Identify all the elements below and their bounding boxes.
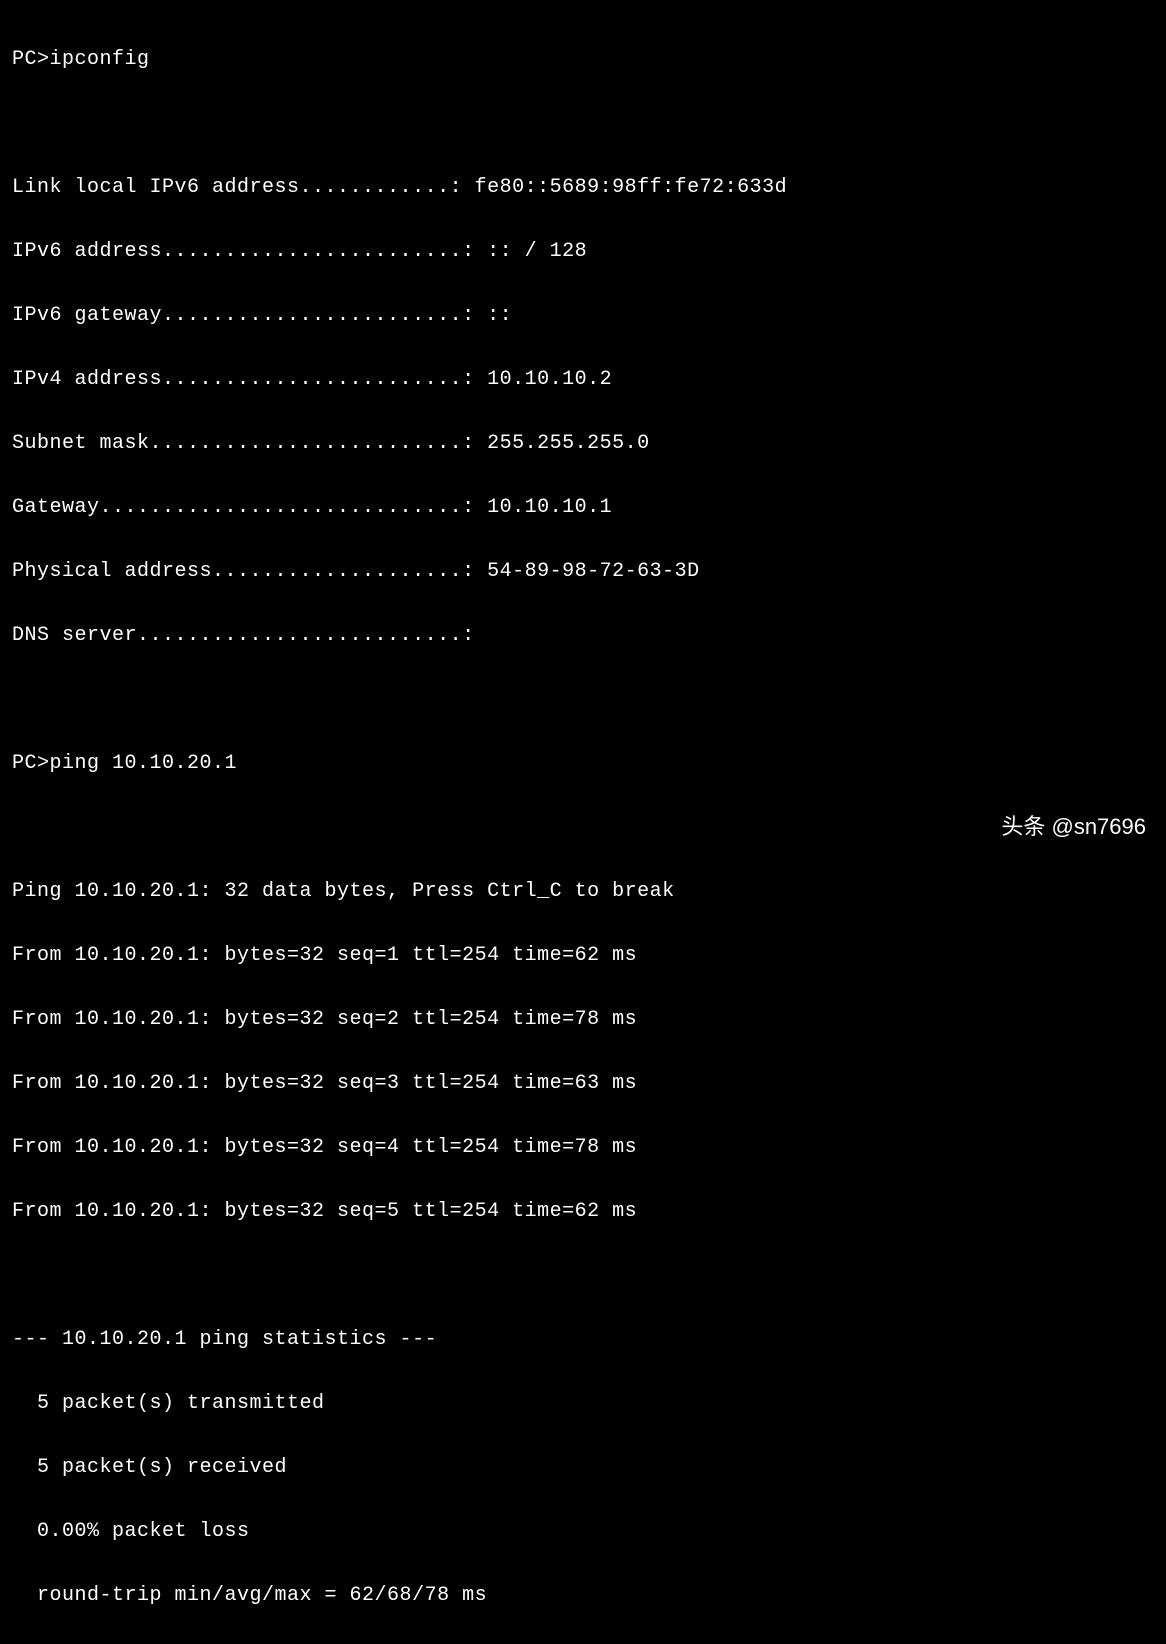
field-label: IPv6 gateway........................ xyxy=(12,304,462,327)
ping-stats-loss: 0.00% packet loss xyxy=(12,1516,1154,1548)
ipconfig-ipv6-address: IPv6 address........................: ::… xyxy=(12,236,1154,268)
blank-line xyxy=(12,108,1154,140)
field-label: Subnet mask......................... xyxy=(12,432,462,455)
ipconfig-ipv6-gateway: IPv6 gateway........................: :: xyxy=(12,300,1154,332)
ipconfig-subnet-mask: Subnet mask.........................: 25… xyxy=(12,428,1154,460)
ping-reply: From 10.10.20.1: bytes=32 seq=4 ttl=254 … xyxy=(12,1132,1154,1164)
ipconfig-physical-address: Physical address....................: 54… xyxy=(12,556,1154,588)
ipconfig-ipv4-address: IPv4 address........................: 10… xyxy=(12,364,1154,396)
ipconfig-gateway: Gateway.............................: 10… xyxy=(12,492,1154,524)
command-line: PC>ipconfig xyxy=(12,44,1154,76)
ping-stats-received: 5 packet(s) received xyxy=(12,1452,1154,1484)
field-label: DNS server.......................... xyxy=(12,624,462,647)
ipconfig-link-local-ipv6: Link local IPv6 address............: fe8… xyxy=(12,172,1154,204)
field-value: 10.10.10.1 xyxy=(487,496,612,519)
prompt: PC> xyxy=(12,752,50,775)
command-line: PC>ping 10.10.20.1 xyxy=(12,748,1154,780)
blank-line xyxy=(12,812,1154,844)
ping-stats-transmitted: 5 packet(s) transmitted xyxy=(12,1388,1154,1420)
prompt: PC> xyxy=(12,48,50,71)
field-value: 54-89-98-72-63-3D xyxy=(487,560,700,583)
field-value: 10.10.10.2 xyxy=(487,368,612,391)
ping-reply: From 10.10.20.1: bytes=32 seq=5 ttl=254 … xyxy=(12,1196,1154,1228)
field-value: :: xyxy=(487,304,512,327)
field-label: IPv6 address........................ xyxy=(12,240,462,263)
terminal-output[interactable]: PC>ipconfig Link local IPv6 address.....… xyxy=(12,12,1154,1644)
blank-line xyxy=(12,684,1154,716)
ping-stats-roundtrip: round-trip min/avg/max = 62/68/78 ms xyxy=(12,1580,1154,1612)
command-text: ipconfig xyxy=(50,48,150,71)
field-label: Physical address.................... xyxy=(12,560,462,583)
ping-reply: From 10.10.20.1: bytes=32 seq=1 ttl=254 … xyxy=(12,940,1154,972)
ping-reply: From 10.10.20.1: bytes=32 seq=2 ttl=254 … xyxy=(12,1004,1154,1036)
blank-line xyxy=(12,1260,1154,1292)
command-text: ping 10.10.20.1 xyxy=(50,752,238,775)
ping-header: Ping 10.10.20.1: 32 data bytes, Press Ct… xyxy=(12,876,1154,908)
ipconfig-dns-server: DNS server..........................: xyxy=(12,620,1154,652)
watermark-text: 头条 @sn7696 xyxy=(1001,809,1146,844)
field-label: Link local IPv6 address............ xyxy=(12,176,450,199)
ping-reply: From 10.10.20.1: bytes=32 seq=3 ttl=254 … xyxy=(12,1068,1154,1100)
ping-stats-header: --- 10.10.20.1 ping statistics --- xyxy=(12,1324,1154,1356)
field-label: IPv4 address........................ xyxy=(12,368,462,391)
field-label: Gateway............................. xyxy=(12,496,462,519)
field-value: :: / 128 xyxy=(487,240,587,263)
field-value: fe80::5689:98ff:fe72:633d xyxy=(475,176,788,199)
field-value: 255.255.255.0 xyxy=(487,432,650,455)
